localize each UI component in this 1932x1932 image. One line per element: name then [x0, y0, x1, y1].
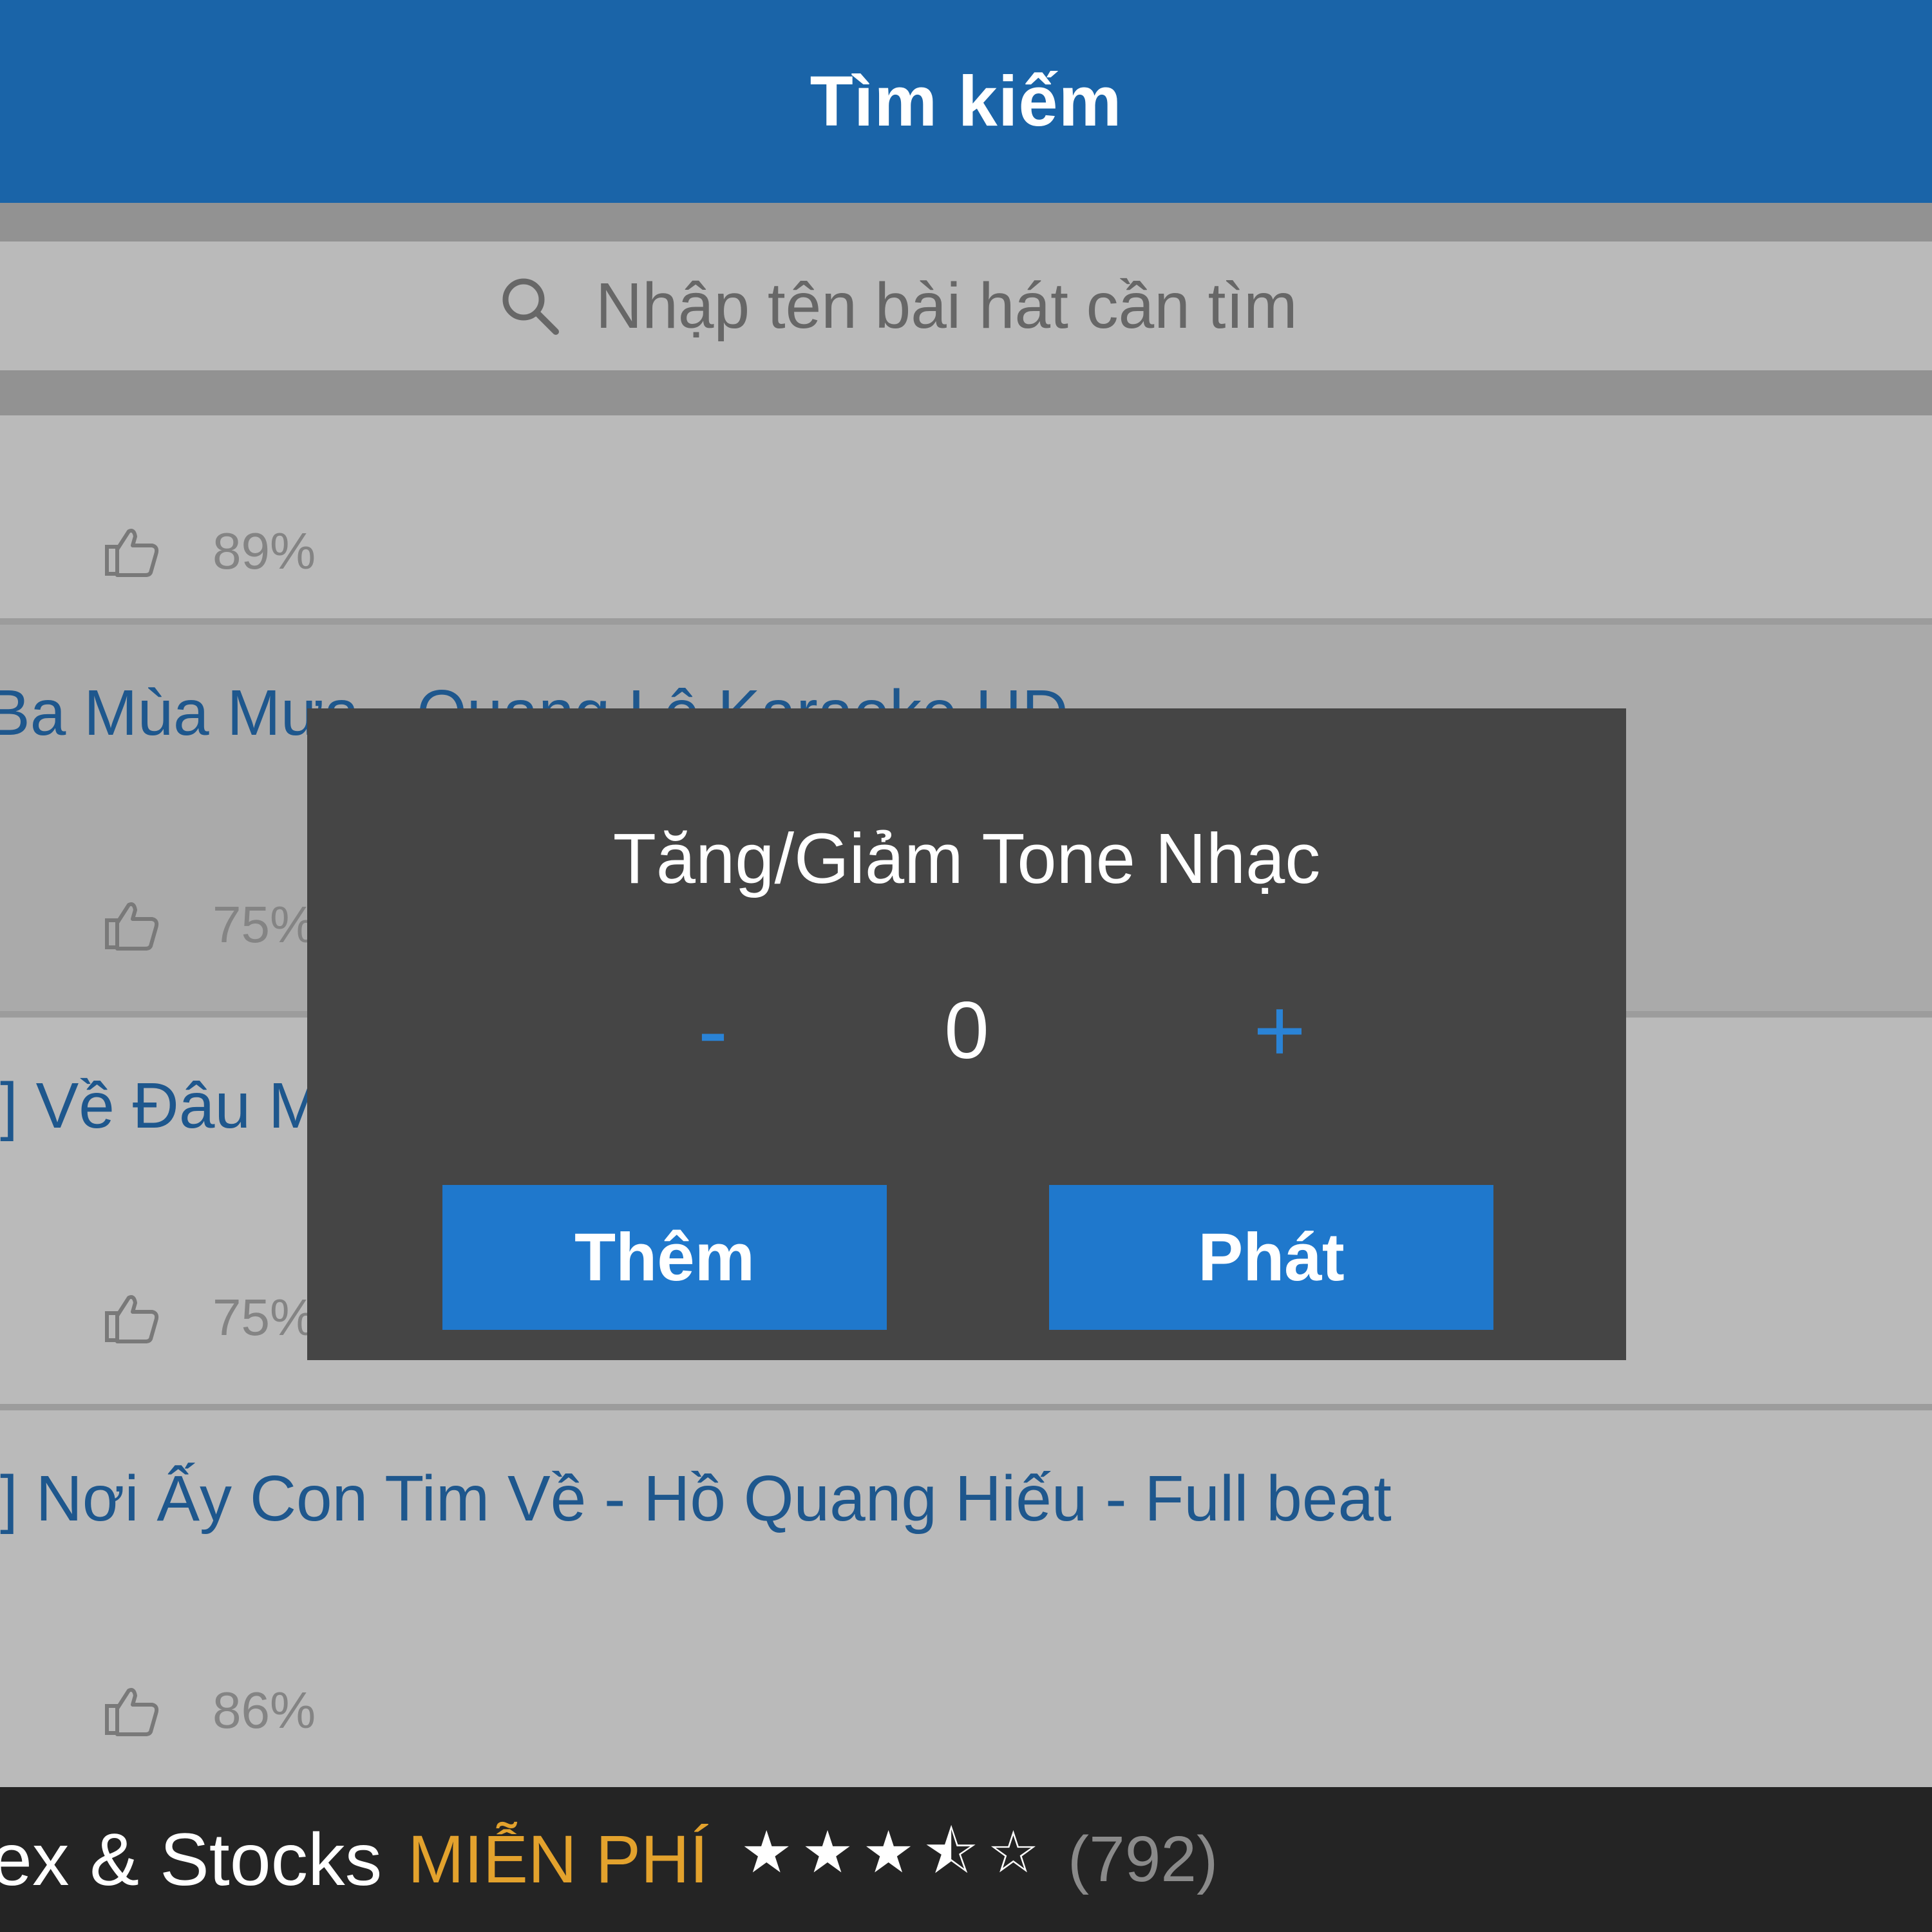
ad-app-name: ex & Stocks — [0, 1818, 383, 1901]
ad-banner[interactable]: ex & Stocks MIỄN PHÍ ★★★⯪☆ (792) — [0, 1787, 1932, 1932]
tone-dialog: Tăng/Giảm Tone Nhạc - 0 + Thêm Phát — [307, 708, 1626, 1360]
ad-review-count: (792) — [1067, 1823, 1218, 1895]
star-rating-icon: ★★★⯪☆ — [740, 1821, 1048, 1885]
tone-value: 0 — [944, 985, 989, 1075]
ad-price-label: MIỄN PHÍ — [408, 1821, 708, 1897]
decrease-tone-button[interactable]: - — [649, 979, 777, 1082]
play-button[interactable]: Phát — [1049, 1185, 1493, 1330]
page-title: Tìm kiếm — [810, 62, 1122, 141]
app-header: Tìm kiếm — [0, 0, 1932, 203]
tone-stepper: - 0 + — [307, 979, 1626, 1082]
add-button[interactable]: Thêm — [442, 1185, 887, 1330]
dialog-title: Tăng/Giảm Tone Nhạc — [612, 819, 1321, 898]
increase-tone-button[interactable]: + — [1215, 979, 1344, 1082]
